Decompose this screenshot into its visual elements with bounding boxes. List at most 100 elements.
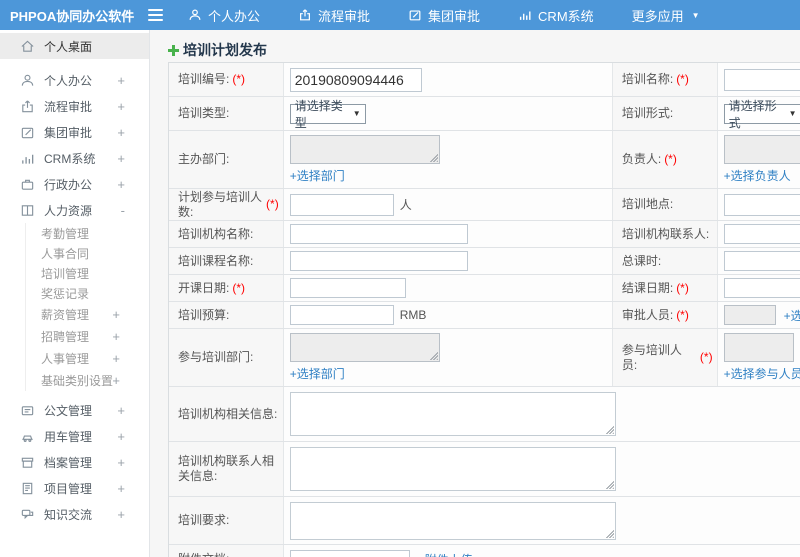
document-icon [20,403,35,418]
field-label: 培训机构相关信息: [178,406,278,421]
project-file-icon [20,481,35,496]
org-contact-info-textarea[interactable] [289,447,616,491]
expand-plus-icon[interactable]: + [117,73,125,88]
expand-plus-icon[interactable]: + [112,351,120,366]
app-window: PHPOA协同办公软件 个人办公 流程审批 集团审批 CRM系统 更多应用 ▼ [0,0,800,557]
select-department-link[interactable]: +选择部门 [290,167,345,184]
sidebar-item-personnel[interactable]: 人事管理 + [26,347,149,369]
training-number-input[interactable] [289,67,422,92]
currency-suffix: RMB [399,308,427,322]
sidebar-item-process-approval[interactable]: 流程审批 + [0,93,149,119]
expand-plus-icon[interactable]: + [117,403,125,418]
sidebar-item-projects[interactable]: 项目管理 + [0,475,149,501]
expand-plus-icon[interactable]: + [117,99,125,114]
expand-plus-icon[interactable]: + [112,329,120,344]
training-type-select[interactable]: 请选择类型 ▼ [289,99,366,130]
unit-suffix: 人 [399,198,412,212]
expand-plus-icon[interactable]: + [117,177,125,192]
select-leader-link[interactable]: +选择负责人 [724,167,791,184]
requirements-textarea[interactable] [289,501,616,540]
approvers-field[interactable] [723,305,776,325]
org-contact-input[interactable] [723,224,800,244]
sidebar-item-personal-desktop[interactable]: 个人桌面 [0,33,149,59]
resize-grip-icon[interactable] [428,351,438,360]
expand-plus-icon[interactable]: + [117,125,125,140]
sidebar-item-archives[interactable]: 档案管理 + [0,449,149,475]
sidebar-item-documents[interactable]: 公文管理 + [0,397,149,423]
org-name-input[interactable] [289,224,468,244]
sidebar-item-base-category[interactable]: 基础类别设置 + [26,369,149,391]
chevron-down-icon: ▼ [691,10,700,20]
top-menu-group-approval[interactable]: 集团审批 [408,6,480,25]
training-location-input[interactable] [723,193,800,216]
expand-plus-icon[interactable]: + [112,373,120,388]
planned-participants-input[interactable] [289,193,394,216]
sidebar-item-crm[interactable]: CRM系统 + [0,145,149,171]
participating-departments-textarea[interactable] [289,333,440,362]
top-menu-process-approval[interactable]: 流程审批 [298,6,370,25]
sidebar-item-training[interactable]: 培训管理 [26,263,149,283]
main-content: 培训计划发布 培训编号:(*) 培训名称:(*) 培训类型: 请选择类型▼ 培训… [151,30,800,557]
sidebar-item-admin-office[interactable]: 行政办公 + [0,171,149,197]
select-participants-link[interactable]: +选择参与人员 [724,365,800,382]
top-menu-crm[interactable]: CRM系统 [518,6,594,25]
resize-grip-icon[interactable] [604,480,614,489]
required-mark: (*) [676,307,689,322]
resize-grip-icon[interactable] [604,425,614,434]
expand-plus-icon[interactable]: + [117,455,125,470]
course-name-input[interactable] [289,251,468,271]
sidebar-item-hr[interactable]: 人力资源 - [0,197,149,223]
select-department-link[interactable]: +选择部门 [290,365,345,382]
field-label: 负责人: [621,152,662,166]
end-date-input[interactable] [723,278,800,298]
row-org-info: 培训机构相关信息: [169,387,800,442]
expand-plus-icon[interactable]: + [112,307,120,322]
sidebar-item-group-approval[interactable]: 集团审批 + [0,119,149,145]
expand-plus-icon[interactable]: + [117,429,125,444]
training-form-select[interactable]: 请选择形式 ▼ [723,99,800,130]
sidebar: 个人桌面 个人办公 + 流程审批 + 集团审批 + CRM系统 + 行政办公 + [0,30,150,557]
person-icon [20,73,35,88]
select-arrow-icon: ▼ [788,109,797,118]
sidebar-item-recruitment[interactable]: 招聘管理 + [26,325,149,347]
top-menu-personal-office[interactable]: 个人办公 [188,6,260,25]
sidebar-item-personal-office[interactable]: 个人办公 + [0,67,149,93]
top-bar: PHPOA协同办公软件 个人办公 流程审批 集团审批 CRM系统 更多应用 ▼ [0,0,800,30]
leader-textarea[interactable] [723,135,800,164]
field-label: 培训形式: [621,106,674,120]
host-department-textarea[interactable] [289,135,440,164]
field-label: 审批人员: [621,307,674,322]
start-date-input[interactable] [289,278,406,298]
top-menu-more-apps[interactable]: 更多应用 ▼ [632,6,700,25]
attachment-upload-link[interactable]: +附件上传 [418,551,473,557]
app-logo: PHPOA协同办公软件 [10,8,135,24]
participants-textarea[interactable] [723,333,794,362]
field-label: 附件文档: [178,552,229,557]
sidebar-item-vehicles[interactable]: 用车管理 + [0,423,149,449]
training-name-input[interactable] [723,68,800,91]
hamburger-menu-icon[interactable] [148,0,166,30]
expand-plus-icon[interactable]: + [117,151,125,166]
collapse-minus-icon[interactable]: - [121,203,125,218]
attachment-input[interactable] [289,549,410,557]
row-host-department: 主办部门: +选择部门 负责人: (*) +选择负责人 [169,131,800,189]
required-mark: (*) [676,280,689,295]
sidebar-item-salary[interactable]: 薪资管理 + [26,303,149,325]
resize-grip-icon[interactable] [428,153,438,162]
archive-icon [20,455,35,470]
select-approver-link[interactable]: +选择审批人 [784,307,800,324]
row-attachment: 附件文档: +附件上传 [169,545,800,557]
org-info-textarea[interactable] [289,392,616,436]
field-label: 参与培训部门: [178,350,254,364]
expand-plus-icon[interactable]: + [117,507,125,522]
sidebar-item-rewards[interactable]: 奖惩记录 [26,283,149,303]
sidebar-item-knowledge[interactable]: 知识交流 + [0,501,149,527]
sidebar-item-hr-contract[interactable]: 人事合同 [26,243,149,263]
budget-input[interactable] [289,305,394,325]
expand-plus-icon[interactable]: + [117,481,125,496]
field-label: 培训类型: [178,106,230,120]
resize-grip-icon[interactable] [604,528,614,538]
sidebar-item-attendance[interactable]: 考勤管理 [26,223,149,243]
total-hours-input[interactable] [723,251,800,271]
bar-chart-icon [20,151,35,166]
